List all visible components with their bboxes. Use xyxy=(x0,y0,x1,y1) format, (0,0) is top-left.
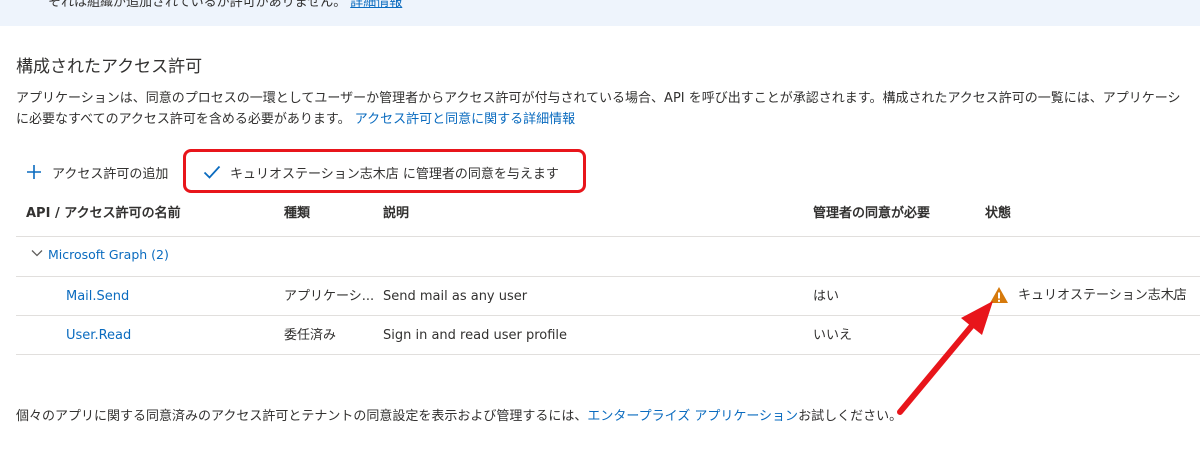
banner-learn-more-link[interactable]: 詳細情報 xyxy=(350,0,402,10)
description-line-2: に必要なすべてのアクセス許可を含める必要があります。 アクセス許可と同意に関する… xyxy=(16,109,1200,130)
column-header-admin-consent-required[interactable]: 管理者の同意が必要 xyxy=(813,196,930,232)
permission-description: Sign in and read user profile xyxy=(383,328,568,343)
page-title: 構成されたアクセス許可 xyxy=(16,57,203,77)
footer-note: 個々のアプリに関する同意済みのアクセス許可とテナントの同意設定を表示および管理す… xyxy=(16,405,902,424)
group-divider xyxy=(16,276,1200,277)
enterprise-applications-link[interactable]: エンタープライズ アプリケーション xyxy=(587,409,798,424)
group-label: Microsoft Graph (2) xyxy=(48,246,169,262)
description-line-2-text: に必要なすべてのアクセス許可を含める必要があります。 xyxy=(16,112,351,127)
permission-type: 委任済み xyxy=(284,328,337,343)
api-group-microsoft-graph[interactable]: Microsoft Graph (2) xyxy=(30,246,169,262)
permission-name-link[interactable]: User.Read xyxy=(66,326,131,346)
column-header-status[interactable]: 状態 xyxy=(985,196,1011,232)
column-header-api-permission-name[interactable]: API / アクセス許可の名前 xyxy=(26,196,181,232)
column-header-type[interactable]: 種類 xyxy=(284,196,310,232)
chevron-down-icon xyxy=(30,246,46,262)
info-banner: それは組織が追加されているが許可がありません。 詳細情報 xyxy=(0,0,1200,26)
warning-icon xyxy=(989,285,1009,305)
description-line-1: アプリケーションは、同意のプロセスの一環としてユーザーか管理者からアクセス許可が… xyxy=(16,91,1181,106)
row-divider xyxy=(16,354,1200,355)
banner-message: それは組織が追加されているが許可がありません。 xyxy=(48,0,347,10)
row-divider xyxy=(16,315,1200,316)
permissions-consent-learn-more-link[interactable]: アクセス許可と同意に関する詳細情報 xyxy=(355,112,575,127)
header-divider xyxy=(16,236,1200,237)
admin-consent-required: いいえ xyxy=(813,328,853,343)
section-description: アプリケーションは、同意のプロセスの一環としてユーザーか管理者からアクセス許可が… xyxy=(16,88,1200,130)
column-header-description[interactable]: 説明 xyxy=(383,196,409,232)
footer-text: 個々のアプリに関する同意済みのアクセス許可とテナントの同意設定を表示および管理す… xyxy=(16,409,588,424)
permission-name-link[interactable]: Mail.Send xyxy=(66,287,129,307)
add-permission-button[interactable]: アクセス許可の追加 xyxy=(24,156,168,188)
footer-text-end: お試しください。 xyxy=(798,409,903,424)
status-more-ellipsis[interactable]: ... xyxy=(1172,289,1184,304)
admin-consent-required: はい xyxy=(813,289,840,304)
add-permission-label: アクセス許可の追加 xyxy=(52,166,169,182)
permission-type: アプリケーシ... xyxy=(284,289,375,304)
consent-status: キュリオステーション志木店 xyxy=(1018,288,1187,303)
consent-button-highlight xyxy=(183,149,586,193)
permission-description: Send mail as any user xyxy=(383,289,528,304)
plus-icon xyxy=(24,162,44,182)
banner-text: それは組織が追加されているが許可がありません。 詳細情報 xyxy=(48,0,402,10)
